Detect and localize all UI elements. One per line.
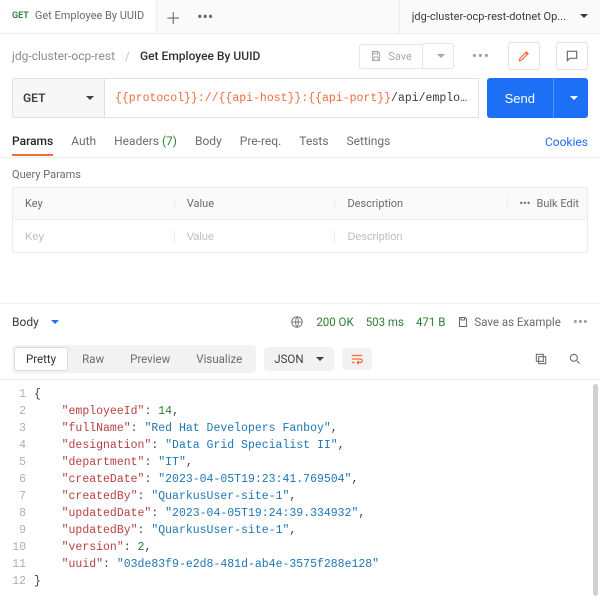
param-desc-input[interactable] (347, 231, 495, 243)
send-button[interactable]: Send (487, 78, 553, 118)
request-options-button[interactable]: ••• (472, 47, 490, 65)
col-actions: ••• Bulk Edit (507, 197, 587, 210)
chevron-down-icon (80, 91, 94, 105)
params-table: Key Value Description ••• Bulk Edit (12, 187, 588, 253)
tab-title: Get Employee By UUID (35, 9, 144, 22)
url-bar: GET {{protocol}}://{{api-host}}:{{api-po… (0, 78, 600, 118)
params-row (13, 220, 587, 252)
save-label: Save (388, 50, 412, 63)
param-key-input[interactable] (25, 231, 162, 243)
tab-prereq[interactable]: Pre-req. (240, 128, 282, 156)
response-json: { "employeeId": 14, "fullName": "Red Hat… (34, 386, 600, 590)
globe-icon[interactable] (290, 315, 304, 329)
save-icon (370, 50, 382, 62)
tab-settings[interactable]: Settings (347, 128, 391, 156)
chevron-down-icon (574, 10, 588, 23)
comment-button[interactable] (556, 42, 588, 70)
chevron-down-icon (310, 352, 324, 366)
request-tab[interactable]: GET Get Employee By UUID (0, 0, 157, 33)
comment-icon (565, 49, 579, 63)
save-icon (457, 316, 469, 328)
response-options-button[interactable]: ••• (573, 313, 588, 331)
environment-name: jdg-cluster-ocp-rest-dotnet Op... (412, 10, 566, 23)
breadcrumb-row: jdg-cluster-ocp-rest / Get Employee By U… (0, 34, 600, 78)
bulk-actions-icon[interactable]: ••• (519, 197, 530, 210)
line-wrap-button[interactable] (342, 348, 372, 370)
save-as-example-label: Save as Example (474, 315, 560, 329)
breadcrumb-separator: / (125, 49, 130, 63)
response-size: 471 B (416, 315, 445, 329)
format-value: JSON (274, 352, 303, 366)
send-button-group: Send (487, 78, 588, 118)
edit-button[interactable] (508, 42, 540, 70)
search-icon (568, 352, 582, 366)
view-mode-group: Pretty Raw Preview Visualize (12, 345, 256, 373)
method-select[interactable]: GET (12, 78, 104, 118)
status-code: 200 OK (316, 315, 353, 329)
tab-headers[interactable]: Headers (7) (114, 128, 177, 156)
send-options-button[interactable] (553, 78, 588, 118)
tab-tests[interactable]: Tests (299, 128, 328, 156)
tab-params[interactable]: Params (12, 128, 53, 156)
response-time: 503 ms (366, 315, 404, 329)
pencil-icon (517, 49, 531, 63)
param-value-input[interactable] (187, 231, 323, 243)
response-status-bar: Body 200 OK 503 ms 471 B Save as Example… (0, 303, 600, 339)
col-value: Value (174, 197, 335, 210)
col-description: Description (334, 197, 507, 210)
search-button[interactable] (562, 348, 588, 370)
environment-selector[interactable]: jdg-cluster-ocp-rest-dotnet Op... (399, 0, 600, 33)
tab-method-badge: GET (12, 11, 29, 21)
copy-button[interactable] (528, 348, 554, 370)
headers-count: (7) (162, 134, 177, 148)
tab-bar: GET Get Employee By UUID ＋ ••• jdg-clust… (0, 0, 600, 34)
format-select[interactable]: JSON (264, 347, 333, 371)
scrollbar[interactable] (593, 384, 598, 596)
breadcrumb-current: Get Employee By UUID (140, 49, 260, 63)
save-as-example-button[interactable]: Save as Example (457, 315, 560, 329)
copy-icon (534, 352, 548, 366)
save-button-group: Save (359, 43, 454, 69)
tab-body[interactable]: Body (195, 128, 222, 156)
save-button[interactable]: Save (359, 44, 423, 69)
method-value: GET (23, 91, 45, 105)
response-section-toggle[interactable]: Body (12, 315, 59, 329)
new-tab-button[interactable]: ＋ (157, 5, 189, 29)
chevron-down-icon (45, 315, 59, 329)
view-pretty[interactable]: Pretty (14, 347, 68, 371)
view-raw[interactable]: Raw (70, 347, 116, 371)
params-header-row: Key Value Description ••• Bulk Edit (13, 188, 587, 220)
tab-headers-label: Headers (114, 134, 159, 148)
wrap-icon (350, 353, 364, 365)
response-body-label: Body (12, 315, 39, 329)
response-view-tabs: Pretty Raw Preview Visualize JSON (0, 339, 600, 380)
url-variable: {{protocol}}://{{api-host}}:{{api-port}} (115, 92, 391, 105)
view-preview[interactable]: Preview (118, 347, 182, 371)
col-key: Key (13, 197, 174, 210)
tab-auth[interactable]: Auth (71, 128, 96, 156)
response-body-viewer[interactable]: 123456789101112 { "employeeId": 14, "ful… (0, 380, 600, 600)
cookies-link[interactable]: Cookies (545, 135, 588, 149)
line-gutter: 123456789101112 (0, 386, 34, 590)
url-input[interactable]: {{protocol}}://{{api-host}}:{{api-port}}… (104, 78, 479, 118)
bulk-edit-link[interactable]: Bulk Edit (536, 197, 579, 210)
breadcrumb-parent[interactable]: jdg-cluster-ocp-rest (12, 49, 115, 63)
tab-overflow-button[interactable]: ••• (189, 7, 221, 26)
url-path: /api/employees/uuid/03de83f9-e2d8-481d..… (391, 92, 468, 105)
request-subtabs: Params Auth Headers (7) Body Pre-req. Te… (0, 126, 600, 158)
save-options-button[interactable] (423, 43, 454, 69)
query-params-label: Query Params (0, 158, 600, 187)
view-visualize[interactable]: Visualize (184, 347, 254, 371)
